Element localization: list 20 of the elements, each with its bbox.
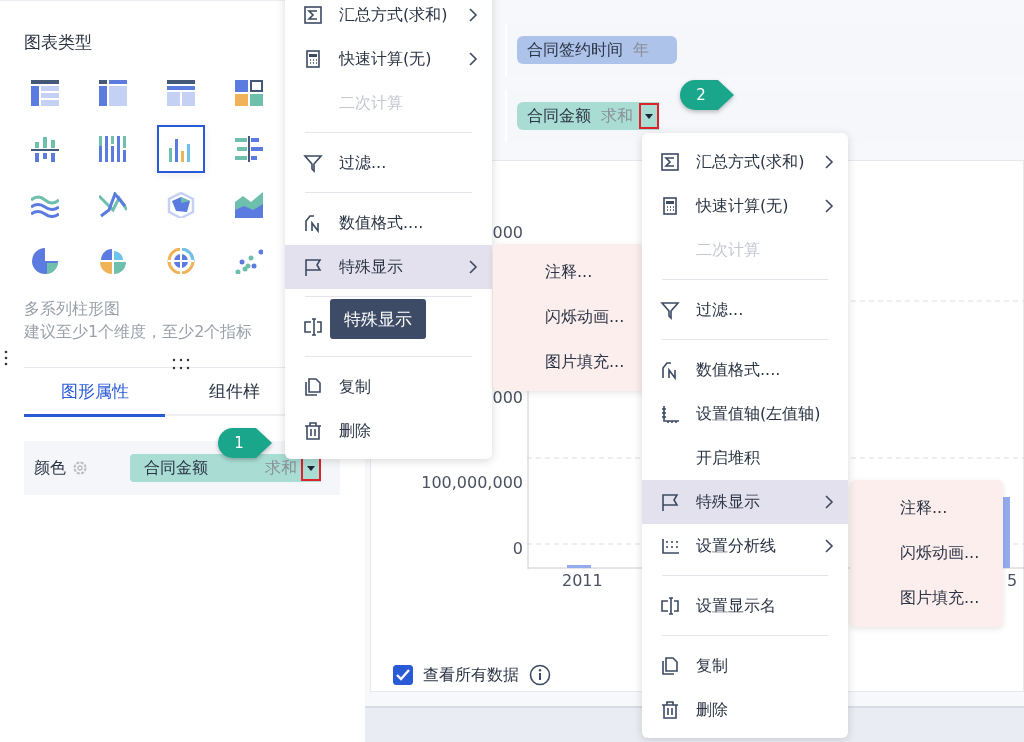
field-name: 合同签约时间 bbox=[527, 39, 623, 61]
field-name: 合同金额 bbox=[144, 457, 208, 479]
axis-label: 5 bbox=[1007, 571, 1018, 590]
callout-badge: 2 bbox=[680, 80, 734, 110]
tooltip: 特殊显示 bbox=[330, 299, 426, 339]
aggregation-label: 求和 bbox=[601, 105, 633, 127]
callout-badge: 1 bbox=[218, 428, 272, 458]
checkbox-label: 查看所有数据 bbox=[423, 664, 519, 686]
aggregation-label: 求和 bbox=[265, 457, 297, 479]
axis-label: 0 bbox=[512, 539, 523, 558]
chart-type-hint: 建议至少1个维度，至少2个指标 bbox=[24, 322, 253, 343]
field-label: 颜色 bbox=[34, 457, 66, 479]
section-title: 图表类型 bbox=[24, 31, 93, 54]
axis-label: 2011 bbox=[562, 571, 603, 590]
chart-type-name: 多系列柱形图 bbox=[24, 299, 120, 320]
axis-label: 000 bbox=[492, 388, 523, 407]
field-name: 合同金额 bbox=[527, 105, 591, 127]
aggregation-label: 年 bbox=[633, 39, 649, 61]
axis-label: 100,000,000 bbox=[421, 473, 523, 492]
axis-label: 000 bbox=[492, 223, 523, 242]
